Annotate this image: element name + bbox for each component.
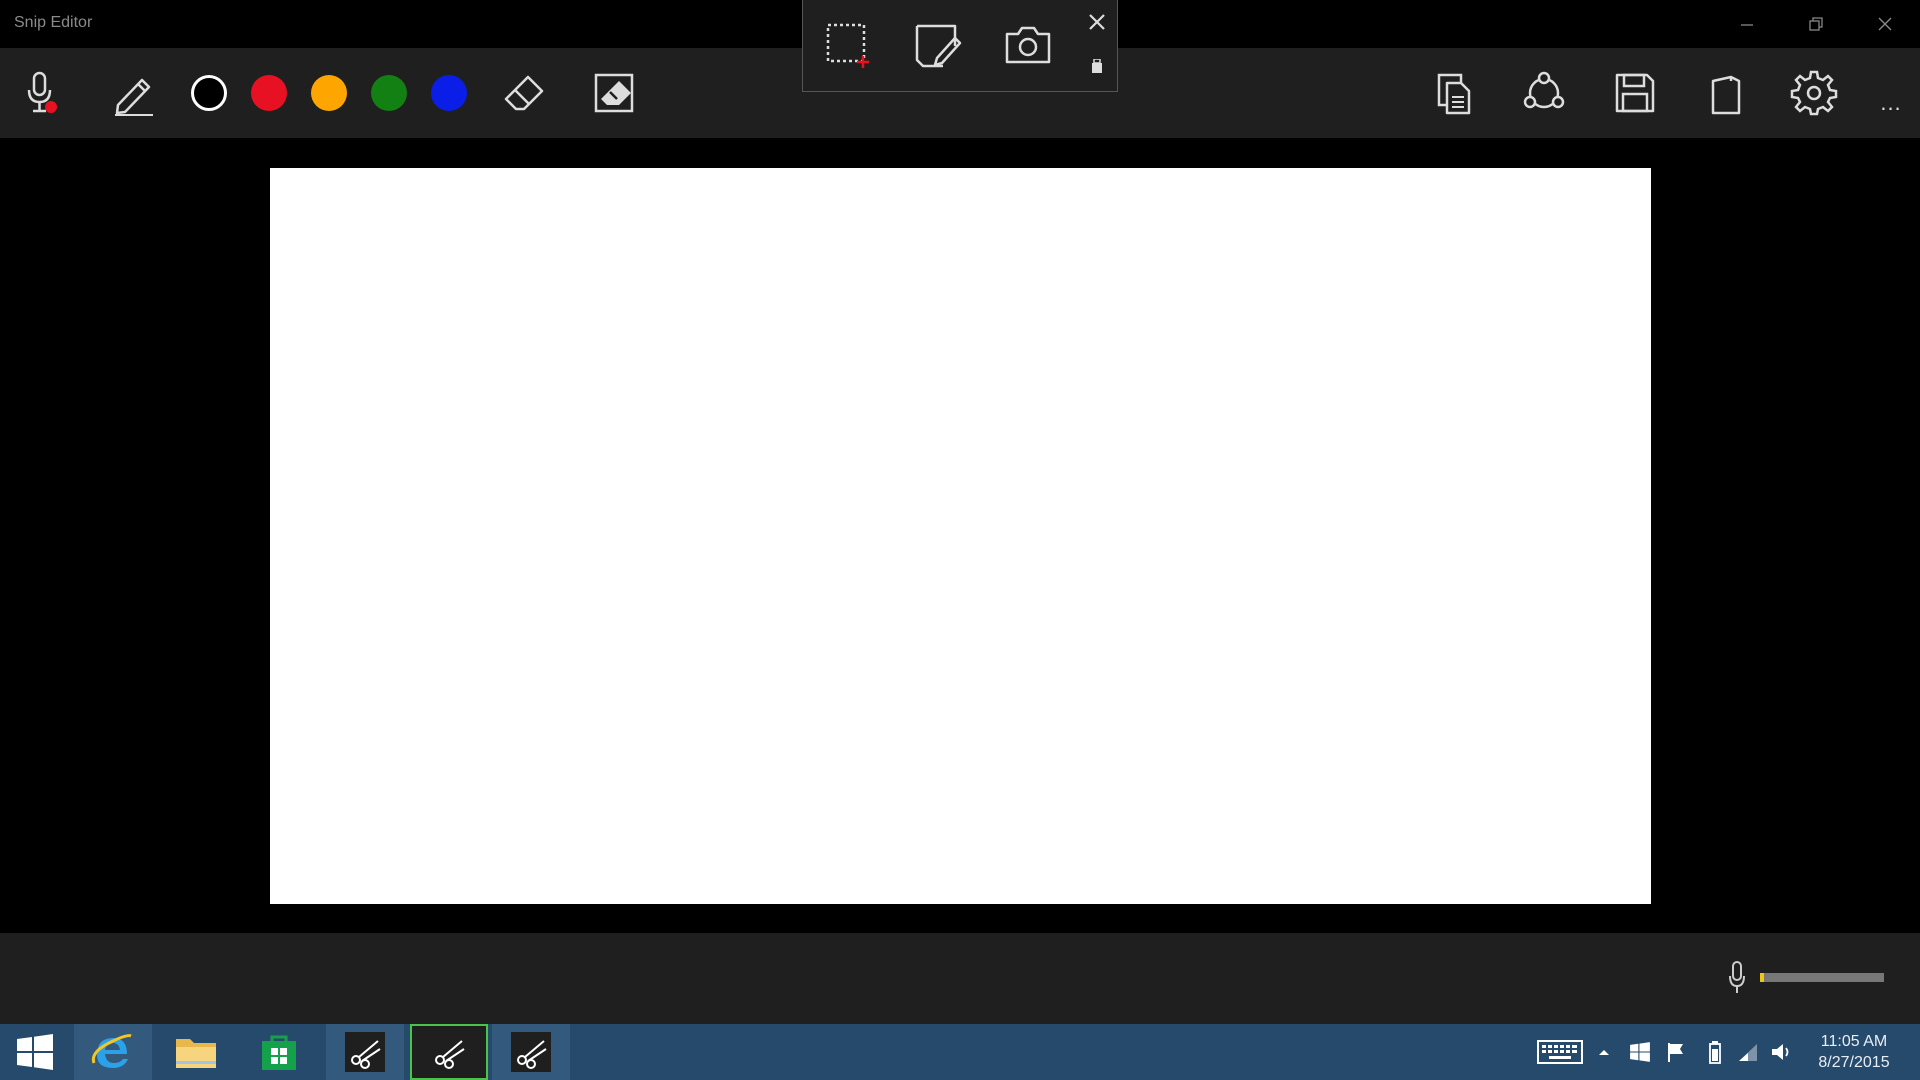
audio-level-meter <box>1760 973 1884 982</box>
touch-keyboard-button[interactable] <box>1536 1038 1584 1066</box>
color-swatch-green[interactable] <box>371 75 407 111</box>
show-hidden-icons-icon <box>1599 1050 1609 1055</box>
camera-icon <box>1005 26 1051 64</box>
color-swatch-black[interactable] <box>191 75 227 111</box>
close-icon <box>1878 17 1892 31</box>
audio-level-fill <box>1760 973 1764 982</box>
taskbar-store[interactable] <box>240 1024 318 1080</box>
app-title: Snip Editor <box>14 14 93 31</box>
more-options-label: ... <box>1880 90 1902 115</box>
whiteboard-button[interactable] <box>913 20 963 70</box>
microphone-record-icon <box>27 71 57 113</box>
settings-button[interactable] <box>1789 68 1839 118</box>
snip-icon <box>429 1032 469 1072</box>
touch-keyboard-icon <box>1537 1040 1583 1064</box>
taskbar-snip-1[interactable] <box>326 1024 404 1080</box>
microphone-icon <box>1729 961 1745 993</box>
whiteboard-icon <box>915 24 962 68</box>
taskbar-snip-3[interactable] <box>492 1024 570 1080</box>
save-button[interactable] <box>1610 68 1660 118</box>
send-to-onenote-button[interactable] <box>1700 68 1750 118</box>
pen-icon <box>115 78 153 116</box>
volume-icon <box>1772 1044 1789 1060</box>
internet-explorer-icon <box>91 1034 132 1068</box>
more-options-button[interactable]: ... <box>1866 78 1916 128</box>
pin-popup-button[interactable] <box>1088 56 1106 78</box>
settings-icon <box>1790 70 1838 116</box>
pin-icon <box>1092 59 1102 73</box>
copy-icon <box>1437 73 1471 115</box>
camera-snip-button[interactable] <box>1003 20 1053 70</box>
send-to-onenote-icon <box>1711 75 1741 115</box>
snip-icon <box>345 1032 385 1072</box>
record-audio-button[interactable] <box>15 68 65 118</box>
taskbar: 11:05 AM 8/27/2015 <box>0 1024 1920 1080</box>
popup-close-button[interactable] <box>1085 10 1109 34</box>
snip-popup <box>802 0 1118 92</box>
pen-tool-button[interactable] <box>108 68 158 118</box>
store-icon <box>262 1035 296 1070</box>
color-swatch-orange[interactable] <box>311 75 347 111</box>
taskbar-internet-explorer[interactable] <box>74 1024 152 1080</box>
windows-start-icon <box>17 1034 53 1070</box>
volume-button[interactable] <box>1768 1038 1796 1066</box>
color-swatch-red[interactable] <box>251 75 287 111</box>
start-button[interactable] <box>0 1024 70 1080</box>
eraser-icon <box>504 75 544 111</box>
action-center-flag-icon <box>1668 1043 1683 1062</box>
color-swatch-blue[interactable] <box>431 75 467 111</box>
clear-all-icon <box>594 73 634 113</box>
restore-button[interactable] <box>1793 6 1839 42</box>
new-snip-icon <box>826 23 869 68</box>
copy-button[interactable] <box>1430 68 1480 118</box>
audio-bar <box>0 933 1920 1024</box>
action-center-button[interactable] <box>1662 1038 1690 1066</box>
windows-tray-button[interactable] <box>1626 1038 1654 1066</box>
clock-time: 11:05 AM <box>1820 1033 1888 1050</box>
canvas-area <box>0 138 1920 933</box>
drawing-canvas[interactable] <box>270 168 1651 904</box>
show-hidden-icons-button[interactable] <box>1594 1038 1614 1066</box>
minimize-icon <box>1741 24 1753 26</box>
taskbar-file-explorer[interactable] <box>157 1024 235 1080</box>
clear-ink-button[interactable] <box>590 68 640 118</box>
network-button[interactable] <box>1734 1038 1762 1066</box>
close-icon <box>1089 14 1105 30</box>
taskbar-snip-2[interactable] <box>410 1024 488 1080</box>
save-icon <box>1615 73 1655 113</box>
clock[interactable]: 11:05 AM 8/27/2015 <box>1804 1031 1904 1073</box>
close-window-button[interactable] <box>1862 6 1908 42</box>
restore-icon <box>1809 17 1823 31</box>
share-button[interactable] <box>1519 68 1569 118</box>
file-explorer-icon <box>176 1039 216 1068</box>
battery-button[interactable] <box>1702 1038 1728 1066</box>
clock-date: 8/27/2015 <box>1818 1054 1890 1071</box>
snip-icon <box>511 1032 551 1072</box>
eraser-button[interactable] <box>501 68 551 118</box>
minimize-button[interactable] <box>1724 6 1770 42</box>
new-snip-button[interactable] <box>823 20 873 70</box>
network-icon <box>1739 1044 1757 1061</box>
windows-logo-icon <box>1630 1042 1650 1062</box>
share-icon <box>1523 71 1565 109</box>
battery-icon <box>1709 1041 1721 1064</box>
